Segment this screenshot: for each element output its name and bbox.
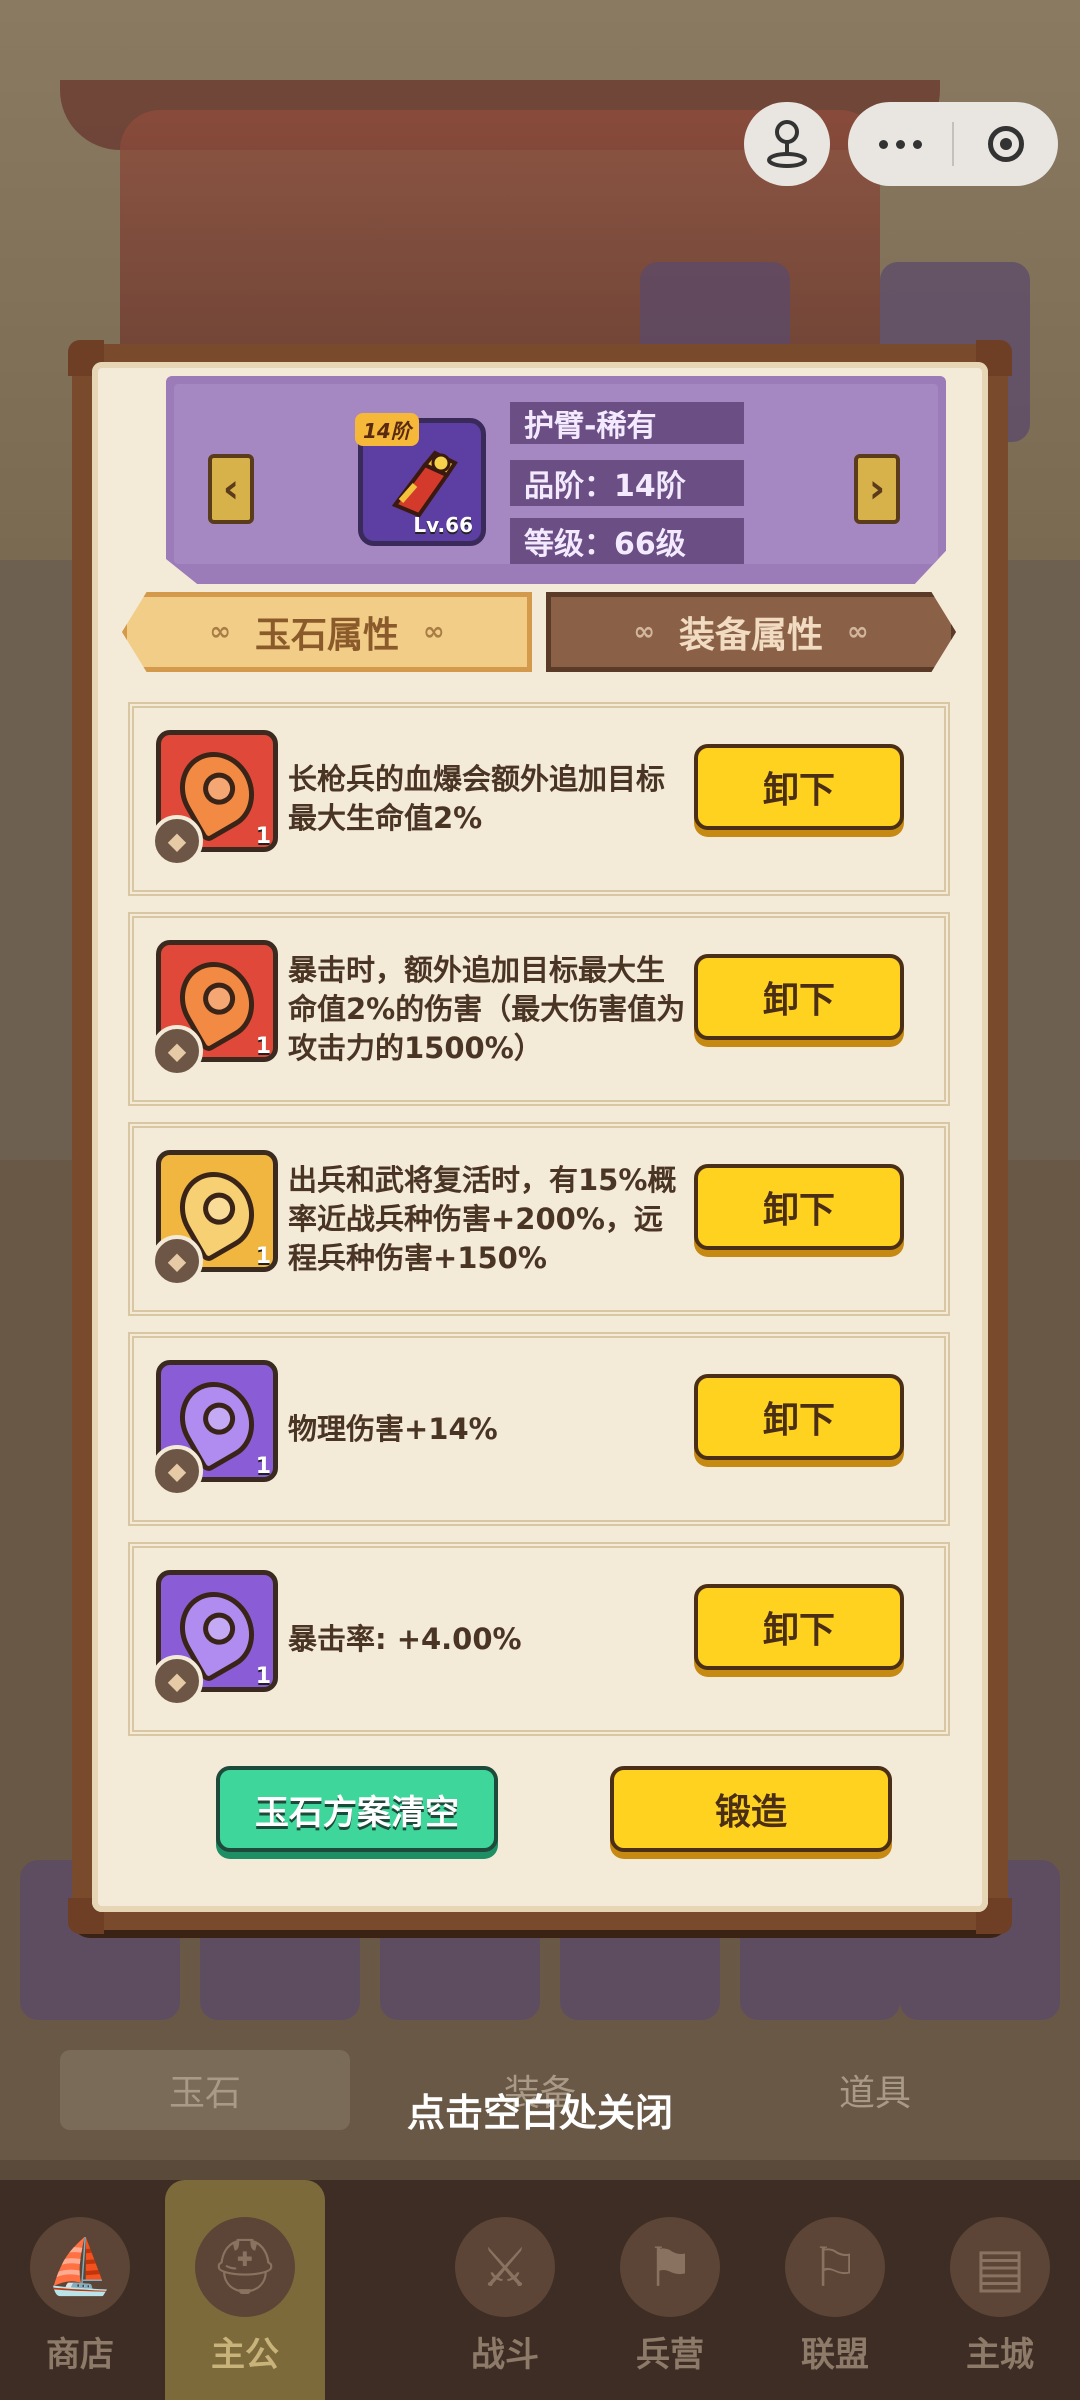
unload-button[interactable]: 卸下 [694,1374,904,1460]
swirl-icon: ∞ [423,617,445,647]
item-name: 护臂-稀有 [510,402,744,444]
nav-shop: ⛵ 商店 [0,2180,160,2400]
miniprogram-capsule [848,102,1058,186]
jade-dialog: ‹ › 14阶 Lv.66 护臂-稀有 品阶：14阶 等级：66级 ∞ 玉石属性… [68,340,1012,1934]
dialog-body: ‹ › 14阶 Lv.66 护臂-稀有 品阶：14阶 等级：66级 ∞ 玉石属性… [92,362,988,1912]
tab-equipment-attributes[interactable]: ∞ 装备属性 ∞ [546,592,956,672]
gem-row: 1 ◆ 长枪兵的血爆会额外追加目标最大生命值2% 卸下 [128,702,950,896]
item-level-label: 等级：66级 [510,518,744,564]
swords-icon: ⚔ [455,2217,555,2317]
gem-type-icon: ◆ [151,1445,203,1497]
gem-row: 1 ◆ 暴击时，额外追加目标最大生命值2%的伤害（最大伤害值为攻击力的1500%… [128,912,950,1106]
swirl-icon: ∞ [633,617,655,647]
swirl-icon: ∞ [209,617,231,647]
gem-type-icon: ◆ [151,1655,203,1707]
unload-button[interactable]: 卸下 [694,1164,904,1250]
profile-button[interactable] [744,102,830,186]
gem-icon: 1 ◆ [151,730,278,867]
gem-icon: 1 ◆ [151,1360,278,1497]
chevron-left-icon: ‹ [222,466,240,512]
more-dots-icon [878,139,888,149]
unload-button[interactable]: 卸下 [694,1584,904,1670]
gem-icon: 1 ◆ [151,1570,278,1707]
chevron-right-icon: › [868,466,886,512]
tab-jade-attributes[interactable]: ∞ 玉石属性 ∞ [122,592,532,672]
next-equipment-button[interactable]: › [854,454,900,524]
gem-type-icon: ◆ [151,815,203,867]
nav-barracks: ⚑ 兵营 [590,2180,750,2400]
nav-lord: ⛑ 主公 [165,2180,325,2400]
nav-main-city: ▤ 主城 [920,2180,1080,2400]
swirl-icon: ∞ [847,617,869,647]
joystick-icon [767,120,807,168]
tier-badge: 14阶 [355,413,419,446]
gem-type-icon: ◆ [151,1235,203,1287]
flag-icon: ⚑ [620,2217,720,2317]
gem-icon: 1 ◆ [151,1150,278,1287]
forge-button[interactable]: 锻造 [610,1766,892,1852]
clear-jade-plan-button[interactable]: 玉石方案清空 [216,1766,498,1852]
gem-description: 暴击时，额外追加目标最大生命值2%的伤害（最大伤害值为攻击力的1500%） [288,952,686,1065]
nav-alliance: ⚐ 联盟 [755,2180,915,2400]
prev-equipment-button[interactable]: ‹ [208,454,254,524]
gauntlet-icon [391,450,458,518]
item-level: Lv.66 [413,513,473,537]
helmet-icon: ⛑ [195,2217,295,2317]
close-hint: 点击空白处关闭 [406,2091,673,2135]
gem-description: 物理伤害+14% [288,1411,498,1446]
gem-description: 出兵和武将复活时，有15%概率近战兵种伤害+200%，远程兵种伤害+150% [288,1162,677,1275]
banner-icon: ⚐ [785,2217,885,2317]
nav-battle: ⚔ 战斗 [425,2180,585,2400]
target-close-icon [988,126,1024,162]
close-miniprogram-button[interactable] [954,126,1058,162]
bottom-nav: ⛵ 商店 ⛑ 主公 ⚔ 战斗 ⚑ 兵营 ⚐ 联盟 ▤ 主城 [0,2180,1080,2400]
gem-row: 1 ◆ 暴击率: +4.00% 卸下 [128,1542,950,1736]
gem-row: 1 ◆ 物理伤害+14% 卸下 [128,1332,950,1526]
gem-row: 1 ◆ 出兵和武将复活时，有15%概率近战兵种伤害+200%，远程兵种伤害+15… [128,1122,950,1316]
gem-icon: 1 ◆ [151,940,278,1077]
item-tier: 品阶：14阶 [510,460,744,506]
more-button[interactable] [848,139,952,149]
equipment-icon: 14阶 Lv.66 [355,413,486,546]
map-icon: ▤ [950,2217,1050,2317]
boat-icon: ⛵ [30,2217,130,2317]
unload-button[interactable]: 卸下 [694,954,904,1040]
unload-button[interactable]: 卸下 [694,744,904,830]
gem-description: 长枪兵的血爆会额外追加目标最大生命值2% [288,762,666,835]
gem-type-icon: ◆ [151,1025,203,1077]
gem-description: 暴击率: +4.00% [288,1621,522,1656]
